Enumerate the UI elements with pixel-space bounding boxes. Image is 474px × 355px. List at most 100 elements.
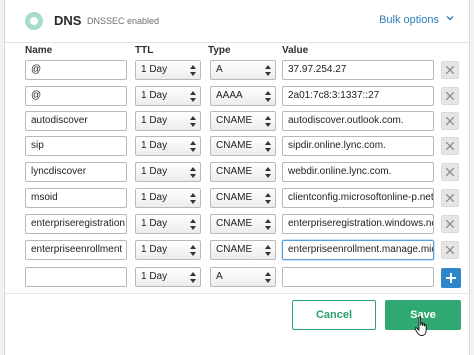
new-type-select[interactable]: A [210, 267, 276, 287]
type-select-value: CNAME [216, 218, 253, 229]
updown-arrows-icon [265, 65, 271, 76]
updown-arrows-icon [265, 91, 271, 102]
close-icon [446, 246, 454, 254]
record-value-input[interactable]: 37.97.254.27 [282, 60, 434, 80]
type-select[interactable]: A [210, 60, 276, 80]
delete-record-button[interactable] [441, 61, 459, 79]
ttl-select-value: 1 Day [141, 64, 168, 75]
type-select[interactable]: CNAME [210, 214, 276, 234]
hand-pointer-icon [414, 316, 427, 336]
record-value-input[interactable]: enterpriseregistration.windows.net. [282, 214, 434, 234]
new-ttl-select[interactable]: 1 Day [135, 267, 201, 287]
updown-arrows-icon [190, 91, 196, 102]
ttl-select[interactable]: 1 Day [135, 240, 201, 260]
type-select[interactable]: CNAME [210, 162, 276, 182]
ttl-select[interactable]: 1 Day [135, 136, 201, 156]
record-value-input[interactable]: autodiscover.outlook.com. [282, 111, 434, 131]
record-value-input[interactable]: webdir.online.lync.com. [282, 162, 434, 182]
plus-icon [446, 273, 456, 283]
updown-arrows-icon [265, 167, 271, 178]
delete-record-button[interactable] [441, 137, 459, 155]
ttl-select[interactable]: 1 Day [135, 162, 201, 182]
ttl-select[interactable]: 1 Day [135, 188, 201, 208]
record-value-input[interactable]: 2a01:7c8:3:1337::27 [282, 86, 434, 106]
type-select[interactable]: CNAME [210, 188, 276, 208]
record-name-input[interactable]: enterpriseregistration [25, 214, 127, 234]
updown-arrows-icon [190, 141, 196, 152]
record-name-input[interactable]: msoid [25, 188, 127, 208]
record-name-input[interactable]: sip [25, 136, 127, 156]
close-icon [446, 220, 454, 228]
type-select-value: A [216, 64, 223, 75]
delete-record-button[interactable] [441, 189, 459, 207]
ttl-select[interactable]: 1 Day [135, 86, 201, 106]
delete-record-button[interactable] [441, 112, 459, 130]
footer-divider [5, 293, 469, 294]
delete-record-button[interactable] [441, 215, 459, 233]
close-icon [446, 194, 454, 202]
cancel-button[interactable]: Cancel [292, 300, 376, 330]
ttl-select-value: 1 Day [141, 244, 168, 255]
updown-arrows-icon [190, 167, 196, 178]
ttl-select[interactable]: 1 Day [135, 214, 201, 234]
ttl-select-value: 1 Day [141, 90, 168, 101]
type-select-value: CNAME [216, 140, 253, 151]
record-name-input[interactable]: @ [25, 60, 127, 80]
type-select-value: CNAME [216, 192, 253, 203]
type-select[interactable]: AAAA [210, 86, 276, 106]
type-select-value: AAAA [216, 90, 243, 101]
type-select-value: CNAME [216, 244, 253, 255]
updown-arrows-icon [265, 116, 271, 127]
type-select[interactable]: CNAME [210, 136, 276, 156]
chevron-down-icon[interactable] [446, 14, 454, 22]
column-header-ttl: TTL [135, 45, 154, 56]
updown-arrows-icon [265, 141, 271, 152]
record-name-input[interactable]: lyncdiscover [25, 162, 127, 182]
updown-arrows-icon [190, 65, 196, 76]
record-value-input[interactable]: clientconfig.microsoftonline-p.net. [282, 188, 434, 208]
ttl-select[interactable]: 1 Day [135, 111, 201, 131]
dns-panel: DNS DNSSEC enabled Bulk options Name TTL… [4, 0, 470, 355]
type-select-value: A [216, 271, 223, 282]
new-record-value-input[interactable] [282, 267, 434, 287]
record-name-input[interactable]: autodiscover [25, 111, 127, 131]
updown-arrows-icon [190, 193, 196, 204]
column-header-value: Value [282, 45, 309, 56]
close-icon [446, 142, 454, 150]
ttl-select-value: 1 Day [141, 192, 168, 203]
close-icon [446, 92, 454, 100]
type-select-value: CNAME [216, 115, 253, 126]
updown-arrows-icon [265, 272, 271, 283]
delete-record-button[interactable] [441, 241, 459, 259]
updown-arrows-icon [190, 116, 196, 127]
type-select-value: CNAME [216, 166, 253, 177]
ttl-select[interactable]: 1 Day [135, 60, 201, 80]
record-value-input[interactable]: sipdir.online.lync.com. [282, 136, 434, 156]
new-record-name-input[interactable] [25, 267, 127, 287]
close-icon [446, 168, 454, 176]
logo-icon [25, 12, 43, 30]
record-name-input[interactable]: enterpriseenrollment [25, 240, 127, 260]
delete-record-button[interactable] [441, 87, 459, 105]
close-icon [446, 66, 454, 74]
dnssec-status: DNSSEC enabled [87, 16, 160, 26]
record-name-input[interactable]: @ [25, 86, 127, 106]
updown-arrows-icon [265, 219, 271, 230]
updown-arrows-icon [190, 219, 196, 230]
ttl-select-value: 1 Day [141, 140, 168, 151]
add-record-button[interactable] [441, 268, 461, 288]
updown-arrows-icon [265, 193, 271, 204]
bulk-options-link[interactable]: Bulk options [379, 14, 439, 26]
updown-arrows-icon [190, 272, 196, 283]
ttl-select-value: 1 Day [141, 271, 168, 282]
column-header-type: Type [208, 45, 231, 56]
ttl-select-value: 1 Day [141, 115, 168, 126]
updown-arrows-icon [265, 245, 271, 256]
dns-header: DNS DNSSEC enabled Bulk options [5, 0, 469, 43]
type-select[interactable]: CNAME [210, 240, 276, 260]
panel-title: DNS [54, 13, 82, 28]
delete-record-button[interactable] [441, 163, 459, 181]
column-header-name: Name [25, 45, 53, 56]
record-value-input[interactable]: enterpriseenrollment.manage.micros [282, 240, 434, 260]
type-select[interactable]: CNAME [210, 111, 276, 131]
